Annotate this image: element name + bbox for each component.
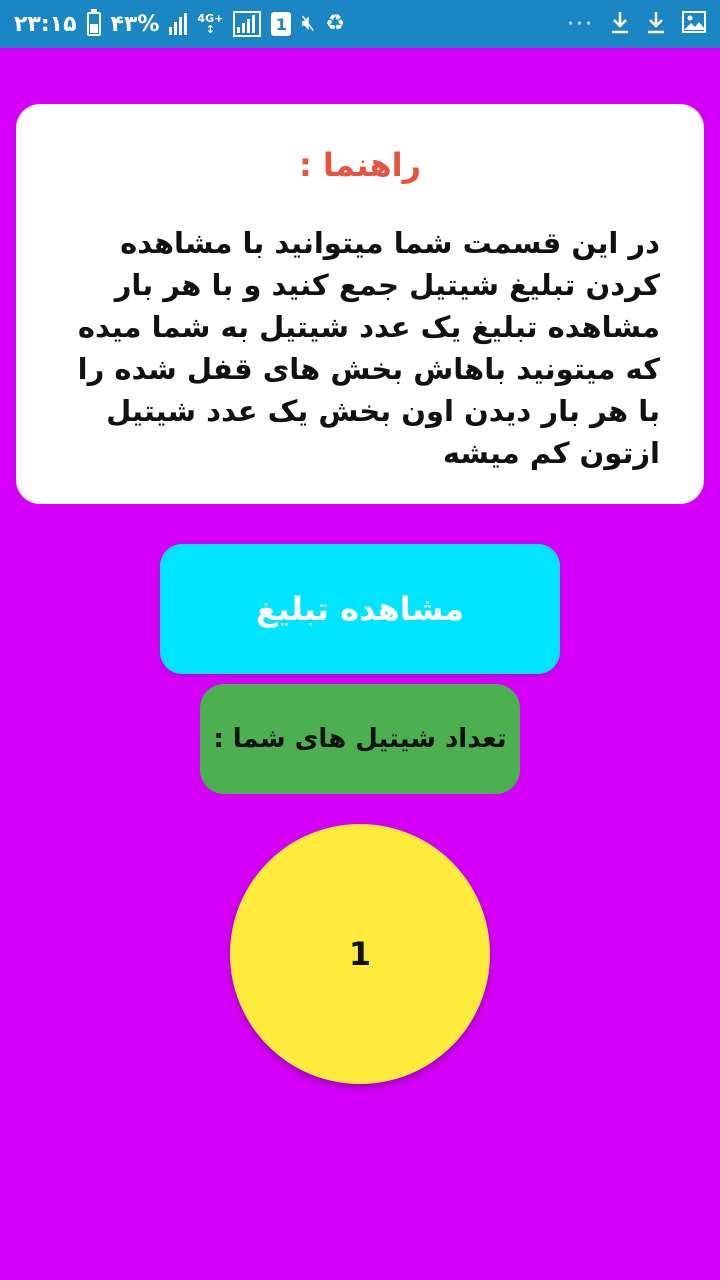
shitil-count-label: تعداد شیتیل های شما :: [200, 684, 520, 794]
network-type: 4G+ ↕: [197, 12, 224, 36]
download-icon: [646, 10, 666, 38]
more-notifications-icon: ···: [567, 11, 594, 37]
download-icon: [610, 10, 630, 38]
signal-box-icon: [233, 11, 262, 37]
recycle-icon: ♻︎: [325, 11, 345, 36]
sim-icon: 1: [271, 12, 292, 36]
image-icon: [682, 11, 706, 37]
guide-card: راهنما : در این قسمت شما میتوانید با مشا…: [16, 104, 704, 504]
clock: ۲۳:۱۵: [14, 11, 77, 37]
guide-text: در این قسمت شما میتوانید با مشاهده کردن …: [77, 226, 660, 470]
watch-ad-button[interactable]: مشاهده تبلیغ: [160, 544, 560, 674]
battery-percent: ۴۳%: [110, 11, 160, 37]
battery-icon: [86, 9, 101, 36]
shitil-count-circle: 1: [230, 824, 490, 1084]
status-bar-right: ···: [567, 10, 706, 38]
mute-icon: 🔇︎: [301, 11, 316, 36]
status-bar: ۲۳:۱۵ ۴۳% 4G+ ↕ 1 🔇︎ ♻︎ ···: [0, 0, 720, 48]
status-bar-left: ۲۳:۱۵ ۴۳% 4G+ ↕ 1 🔇︎ ♻︎: [14, 9, 345, 37]
signal-icon: [169, 13, 188, 35]
guide-title: راهنما :: [298, 146, 422, 184]
